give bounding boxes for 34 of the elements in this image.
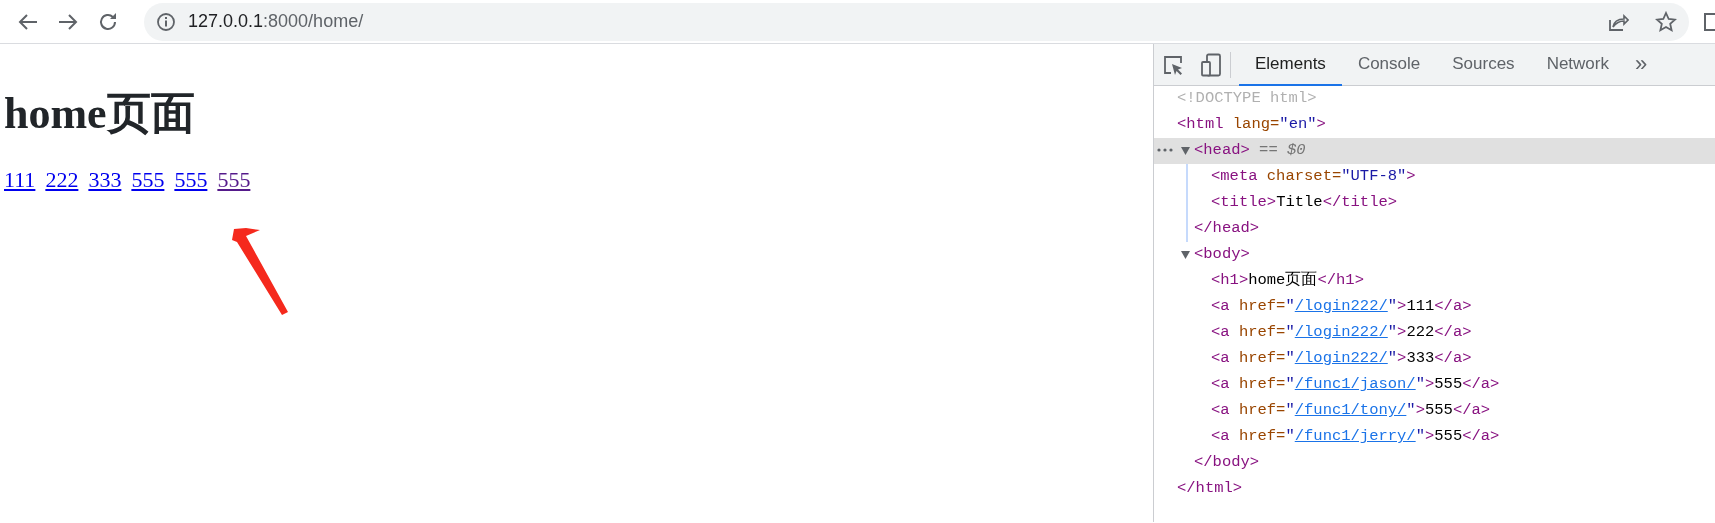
devtools-tab[interactable]: Console — [1341, 43, 1437, 86]
attribute-link[interactable]: /login222/ — [1294, 347, 1388, 371]
code-line[interactable]: <a href="/login222/">333</a> — [1154, 346, 1715, 372]
code-line[interactable]: <title>Title</title> — [1154, 190, 1715, 216]
attribute-link[interactable]: /login222/ — [1294, 321, 1388, 345]
link[interactable]: 222 — [45, 166, 79, 192]
code-line[interactable]: <a href="/func1/jerry/">555</a> — [1154, 424, 1715, 450]
code-line[interactable]: <body> — [1154, 242, 1715, 268]
code-line[interactable]: </body> — [1154, 450, 1715, 476]
code-line[interactable]: <meta charset="UTF-8"> — [1154, 164, 1715, 190]
link[interactable]: 555 — [131, 166, 165, 192]
devtools-tab[interactable]: Network — [1530, 43, 1625, 86]
attribute-link[interactable]: /func1/tony/ — [1294, 399, 1407, 423]
attribute-link[interactable]: /func1/jerry/ — [1294, 425, 1416, 449]
page-heading: home页面 — [4, 88, 196, 140]
code-line[interactable]: <html lang="en"> — [1154, 112, 1715, 138]
address-bar[interactable]: 127.0.0.1:8000/home/ — [144, 2, 1689, 41]
more-tabs-button[interactable]: » — [1625, 43, 1658, 86]
code-line[interactable]: <a href="/login222/">111</a> — [1154, 294, 1715, 320]
devtools-tab[interactable]: Sources — [1436, 43, 1531, 86]
attribute-link[interactable]: /func1/jason/ — [1294, 373, 1416, 397]
code-line[interactable]: </html> — [1154, 476, 1715, 502]
code-line[interactable]: <a href="/func1/jason/">555</a> — [1154, 372, 1715, 398]
devtools-tab[interactable]: Elements — [1239, 43, 1342, 86]
link[interactable]: 555 — [174, 166, 208, 192]
code-line[interactable]: <h1>home页面</h1> — [1154, 268, 1715, 294]
link[interactable]: 111 — [4, 166, 36, 192]
link[interactable]: 555 — [217, 166, 251, 192]
code-line[interactable]: <a href="/login222/">222</a> — [1154, 320, 1715, 346]
link[interactable]: 333 — [88, 166, 122, 192]
address-text: 127.0.0.1:8000/home/ — [188, 10, 364, 33]
code-line[interactable]: <a href="/func1/tony/">555</a> — [1154, 398, 1715, 424]
attribute-link[interactable]: /login222/ — [1294, 295, 1388, 319]
code-line[interactable]: </head> — [1154, 216, 1715, 242]
